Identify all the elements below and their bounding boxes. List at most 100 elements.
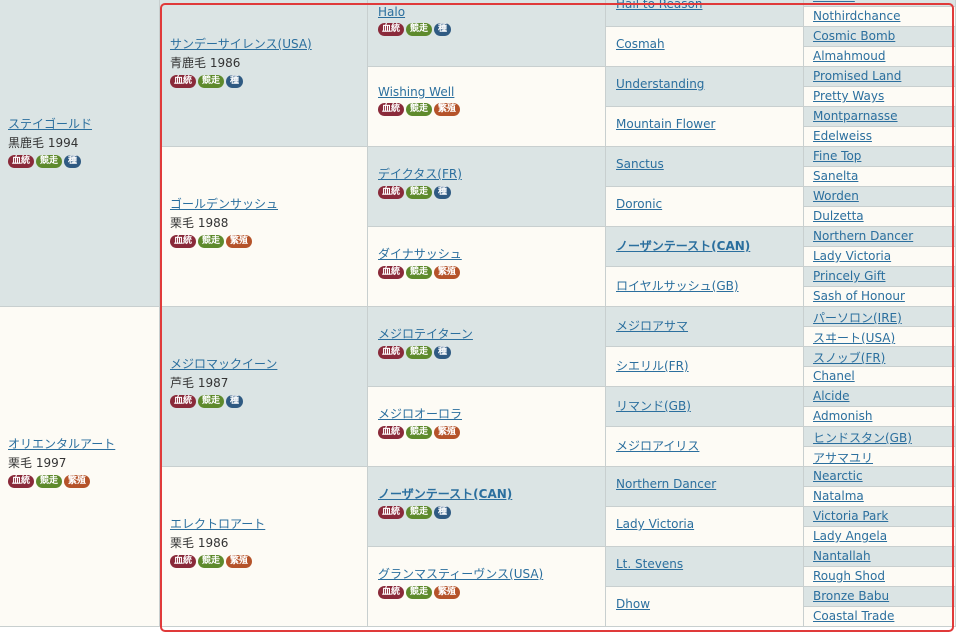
horse-name-link[interactable]: Nothirdchance bbox=[813, 9, 900, 23]
horse-name-link[interactable]: Chanel bbox=[813, 369, 855, 383]
horse-name-link[interactable]: ノーザンテースト(CAN) bbox=[378, 487, 512, 501]
badge-b-button[interactable]: 血統 bbox=[378, 426, 405, 439]
horse-name-link[interactable]: ロイヤルサッシュ(GB) bbox=[616, 279, 739, 293]
badge-h-button[interactable]: 繁殖 bbox=[64, 475, 91, 488]
horse-name-link[interactable]: スヰート(USA) bbox=[813, 331, 895, 345]
badge-k-button[interactable]: 競走 bbox=[406, 186, 433, 199]
horse-name-link[interactable]: Sash of Honour bbox=[813, 289, 905, 303]
horse-name-link[interactable]: Edelweiss bbox=[813, 129, 872, 143]
horse-name-link[interactable]: Bronze Babu bbox=[813, 589, 889, 603]
badge-b-button[interactable]: 血統 bbox=[378, 506, 405, 519]
badge-k-button[interactable]: 競走 bbox=[406, 266, 433, 279]
horse-name-link[interactable]: Halo bbox=[378, 5, 405, 19]
badge-b-button[interactable]: 血統 bbox=[378, 186, 405, 199]
horse-name-link[interactable]: デイクタス(FR) bbox=[378, 167, 462, 181]
horse-name-link[interactable]: Understanding bbox=[616, 77, 704, 91]
horse-name-link[interactable]: Sanelta bbox=[813, 169, 858, 183]
horse-name-link[interactable]: Wishing Well bbox=[378, 85, 454, 99]
badge-b-button[interactable]: 血統 bbox=[378, 586, 405, 599]
horse-name-link[interactable]: Promised Land bbox=[813, 69, 901, 83]
horse-name-link[interactable]: Coastal Trade bbox=[813, 609, 894, 623]
badge-k-button[interactable]: 競走 bbox=[198, 235, 225, 248]
badge-b-button[interactable]: 血統 bbox=[378, 346, 405, 359]
horse-name-link[interactable]: Cosmic Bomb bbox=[813, 29, 895, 43]
badge-t-button[interactable]: 種 bbox=[434, 23, 452, 36]
badge-b-button[interactable]: 血統 bbox=[378, 23, 405, 36]
badge-t-button[interactable]: 種 bbox=[434, 506, 452, 519]
badge-b-button[interactable]: 血統 bbox=[170, 235, 197, 248]
horse-name-link[interactable]: Nantallah bbox=[813, 549, 871, 563]
badge-k-button[interactable]: 競走 bbox=[406, 23, 433, 36]
horse-name-link[interactable]: Dhow bbox=[616, 597, 650, 611]
badge-t-button[interactable]: 種 bbox=[434, 346, 452, 359]
horse-name-link[interactable]: ノーザンテースト(CAN) bbox=[616, 239, 750, 253]
badge-b-button[interactable]: 血統 bbox=[170, 395, 197, 408]
horse-name-link[interactable]: Pretty Ways bbox=[813, 89, 884, 103]
badge-t-button[interactable]: 種 bbox=[64, 155, 82, 168]
horse-name-link[interactable]: パーソロン(IRE) bbox=[813, 311, 902, 325]
badge-h-button[interactable]: 繁殖 bbox=[434, 103, 461, 116]
badge-b-button[interactable]: 血統 bbox=[378, 103, 405, 116]
horse-name-link[interactable]: Lady Victoria bbox=[813, 249, 891, 263]
horse-name-link[interactable]: Northern Dancer bbox=[616, 477, 716, 491]
badge-k-button[interactable]: 競走 bbox=[36, 475, 63, 488]
horse-name-link[interactable]: Victoria Park bbox=[813, 509, 888, 523]
badge-b-button[interactable]: 血統 bbox=[8, 475, 35, 488]
badge-k-button[interactable]: 競走 bbox=[406, 346, 433, 359]
horse-name-link[interactable]: Princely Gift bbox=[813, 269, 885, 283]
horse-name-link[interactable]: Alcide bbox=[813, 389, 849, 403]
horse-name-link[interactable]: Lady Victoria bbox=[616, 517, 694, 531]
badge-k-button[interactable]: 競走 bbox=[406, 103, 433, 116]
badge-t-button[interactable]: 種 bbox=[434, 186, 452, 199]
horse-name-link[interactable]: ヒンドスタン(GB) bbox=[813, 431, 912, 445]
horse-name-link[interactable]: グランマスティーヴンス(USA) bbox=[378, 567, 543, 581]
horse-name-link[interactable]: メジロオーロラ bbox=[378, 407, 462, 421]
badge-k-button[interactable]: 競走 bbox=[406, 426, 433, 439]
horse-name-link[interactable]: リマンド(GB) bbox=[616, 399, 691, 413]
horse-name-link[interactable]: Lt. Stevens bbox=[616, 557, 683, 571]
badge-h-button[interactable]: 繁殖 bbox=[434, 266, 461, 279]
badge-b-button[interactable]: 血統 bbox=[378, 266, 405, 279]
horse-name-link[interactable]: Sanctus bbox=[616, 157, 664, 171]
badge-b-button[interactable]: 血統 bbox=[170, 75, 197, 88]
horse-name-link[interactable]: スノッブ(FR) bbox=[813, 351, 885, 365]
horse-name-link[interactable]: サンデーサイレンス(USA) bbox=[170, 37, 312, 51]
badge-t-button[interactable]: 種 bbox=[226, 75, 244, 88]
horse-name-link[interactable]: Nearctic bbox=[813, 469, 863, 483]
horse-name-link[interactable]: Dulzetta bbox=[813, 209, 864, 223]
badge-k-button[interactable]: 競走 bbox=[406, 586, 433, 599]
horse-name-link[interactable]: Admonish bbox=[813, 409, 872, 423]
horse-name-link[interactable]: Almahmoud bbox=[813, 49, 885, 63]
horse-name-link[interactable]: Turn-to bbox=[813, 0, 855, 3]
horse-name-link[interactable]: Lady Angela bbox=[813, 529, 887, 543]
horse-name-link[interactable]: Cosmah bbox=[616, 37, 665, 51]
badge-k-button[interactable]: 競走 bbox=[406, 506, 433, 519]
badge-b-button[interactable]: 血統 bbox=[170, 555, 197, 568]
horse-name-link[interactable]: ステイゴールド bbox=[8, 117, 92, 131]
badge-k-button[interactable]: 競走 bbox=[198, 395, 225, 408]
badge-k-button[interactable]: 競走 bbox=[36, 155, 63, 168]
horse-name-link[interactable]: メジロアイリス bbox=[616, 439, 699, 453]
badge-h-button[interactable]: 繁殖 bbox=[226, 235, 253, 248]
badge-h-button[interactable]: 繁殖 bbox=[226, 555, 253, 568]
horse-name-link[interactable]: Mountain Flower bbox=[616, 117, 715, 131]
horse-name-link[interactable]: Fine Top bbox=[813, 149, 861, 163]
badge-k-button[interactable]: 競走 bbox=[198, 555, 225, 568]
horse-name-link[interactable]: メジロマックイーン bbox=[170, 357, 277, 371]
badge-h-button[interactable]: 繁殖 bbox=[434, 426, 461, 439]
horse-name-link[interactable]: メジロテイターン bbox=[378, 327, 473, 341]
horse-name-link[interactable]: Natalma bbox=[813, 489, 864, 503]
horse-name-link[interactable]: Worden bbox=[813, 189, 859, 203]
horse-name-link[interactable]: シエリル(FR) bbox=[616, 359, 689, 373]
badge-k-button[interactable]: 競走 bbox=[198, 75, 225, 88]
horse-name-link[interactable]: Montparnasse bbox=[813, 109, 898, 123]
badge-b-button[interactable]: 血統 bbox=[8, 155, 35, 168]
horse-name-link[interactable]: エレクトロアート bbox=[170, 517, 265, 531]
horse-name-link[interactable]: オリエンタルアート bbox=[8, 437, 115, 451]
horse-name-link[interactable]: ゴールデンサッシュ bbox=[170, 197, 278, 211]
horse-name-link[interactable]: Doronic bbox=[616, 197, 662, 211]
horse-name-link[interactable]: Hail to Reason bbox=[616, 0, 702, 11]
horse-name-link[interactable]: メジロアサマ bbox=[616, 319, 688, 333]
horse-name-link[interactable]: Rough Shod bbox=[813, 569, 885, 583]
badge-h-button[interactable]: 繁殖 bbox=[434, 586, 461, 599]
